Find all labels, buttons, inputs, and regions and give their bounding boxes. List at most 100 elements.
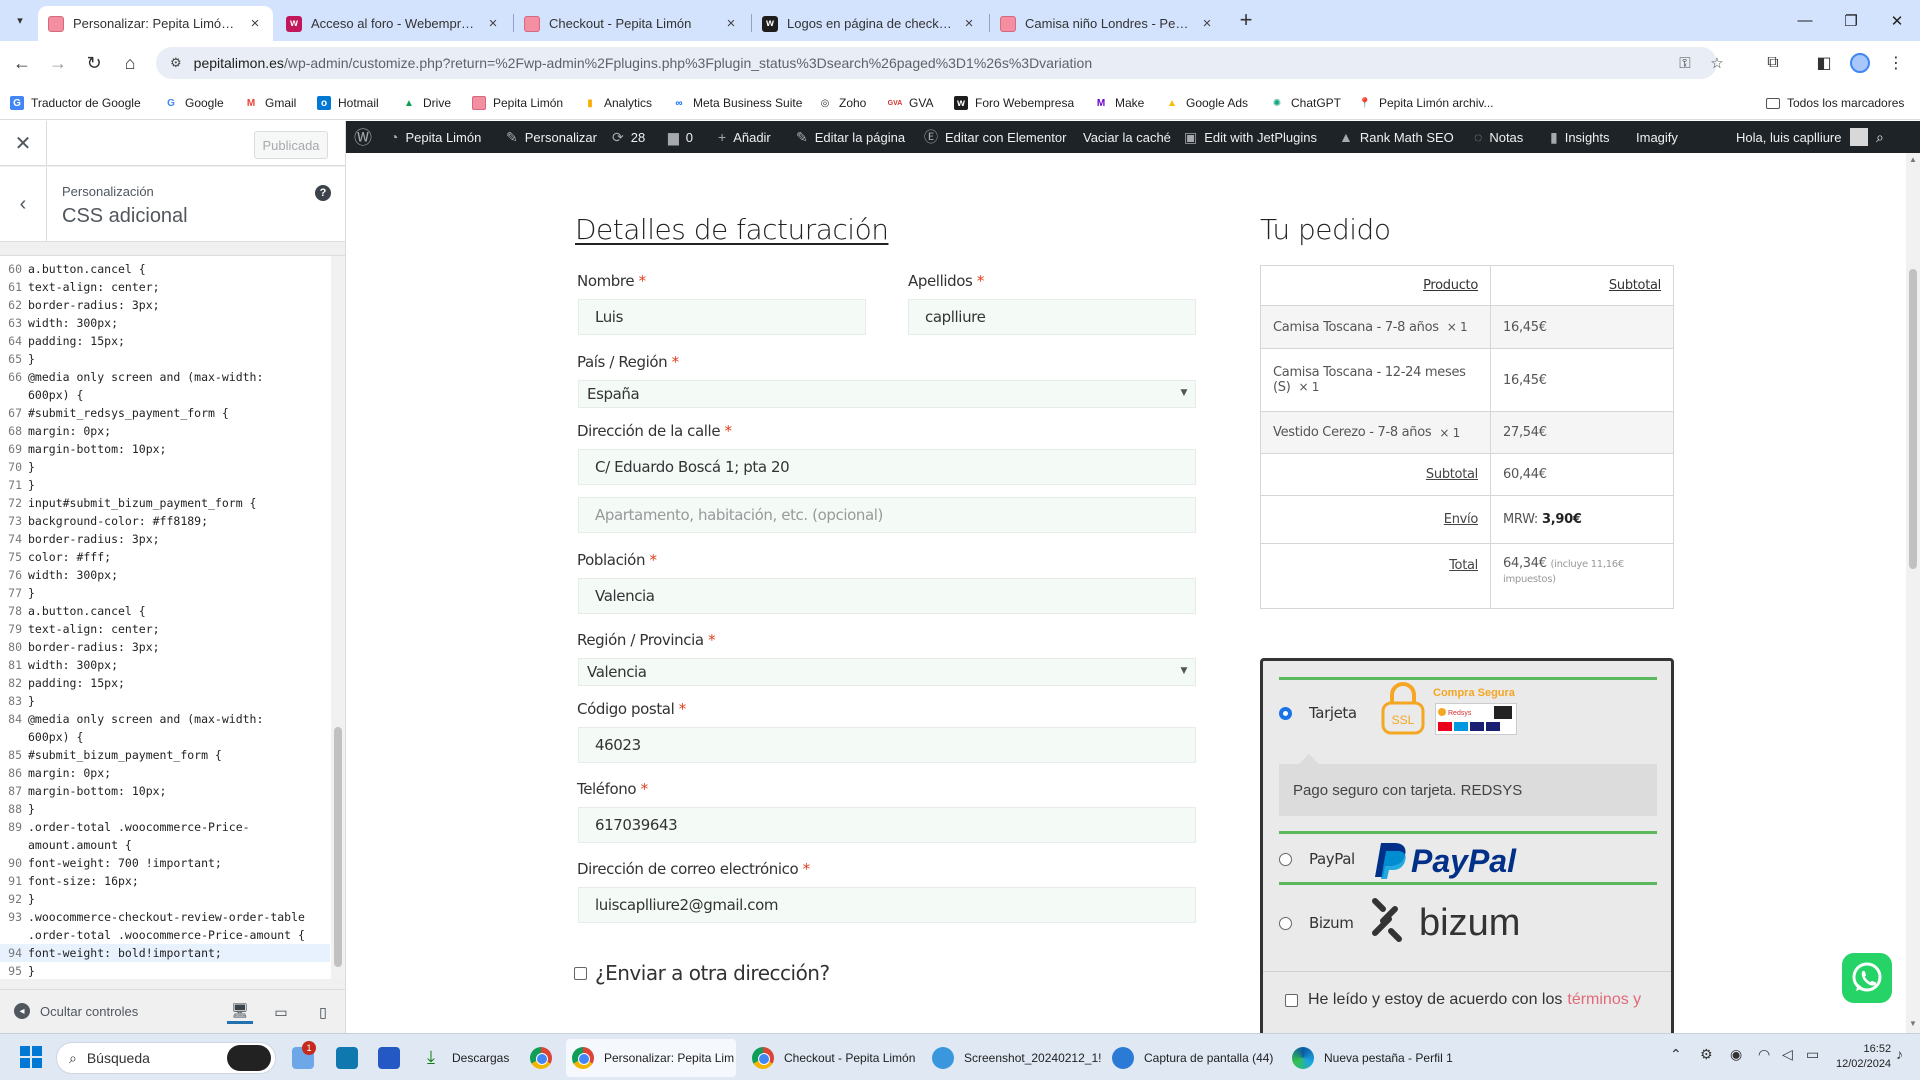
- taskbar-app[interactable]: Screenshot_20240212_1!: [926, 1039, 1107, 1077]
- profile-avatar[interactable]: [1846, 49, 1874, 77]
- home-button[interactable]: ⌂: [116, 49, 144, 77]
- copilot-icon[interactable]: [227, 1045, 271, 1071]
- extensions-icon[interactable]: ⧉: [1759, 49, 1787, 77]
- close-window-button[interactable]: ✕: [1874, 0, 1920, 41]
- hide-controls-button[interactable]: ◂ Ocultar controles: [14, 1003, 138, 1019]
- back-button[interactable]: ←: [8, 49, 36, 77]
- tab-logos-checkout[interactable]: w Logos en página de checkout - ×: [752, 6, 987, 41]
- admin-rankmath[interactable]: ▲ Rank Math SEO: [1339, 121, 1454, 153]
- notifications-bell-icon[interactable]: ♪: [1896, 1046, 1903, 1062]
- bookmark-item[interactable]: G Traductor de Google: [10, 93, 141, 113]
- taskbar-app[interactable]: [524, 1039, 568, 1077]
- admin-customize[interactable]: ✎ Personalizar: [506, 121, 597, 153]
- close-icon[interactable]: ×: [247, 15, 263, 32]
- tablet-preview-icon[interactable]: ▭: [268, 1000, 294, 1024]
- email-field[interactable]: luiscaplliure2@gmail.com: [578, 887, 1196, 923]
- first-name-field[interactable]: Luis: [578, 299, 866, 335]
- store-app[interactable]: [372, 1039, 416, 1077]
- bookmark-item[interactable]: o Hotmail: [317, 93, 379, 113]
- search-icon[interactable]: ⌕: [1876, 121, 1891, 153]
- bookmark-item[interactable]: ∞ Meta Business Suite: [672, 93, 802, 113]
- wordpress-logo-icon[interactable]: Ⓦ: [354, 121, 379, 153]
- bookmark-item[interactable]: ▲ Drive: [402, 93, 451, 113]
- new-tab-button[interactable]: +: [1232, 6, 1260, 34]
- bookmark-item[interactable]: ▲ Google Ads: [1165, 93, 1248, 113]
- site-info-icon[interactable]: ⚙: [170, 55, 182, 71]
- tray-app-icon[interactable]: ◉: [1730, 1046, 1742, 1063]
- bookmark-item[interactable]: 📍 Pepita Limón archiv...: [1358, 93, 1494, 113]
- scrollbar-thumb[interactable]: [1909, 269, 1917, 569]
- taskbar-app[interactable]: ⤓ Descargas: [414, 1039, 515, 1077]
- prime-video-app[interactable]: [330, 1039, 374, 1077]
- country-select[interactable]: España ▼: [578, 380, 1196, 408]
- payment-label-paypal[interactable]: PayPal: [1309, 850, 1355, 868]
- payment-radio-bizum[interactable]: [1279, 917, 1292, 930]
- password-key-icon[interactable]: ⚿: [1671, 47, 1699, 79]
- taskbar-app[interactable]: Personalizar: Pepita Lim: [566, 1039, 736, 1077]
- bookmark-item[interactable]: M Make: [1094, 93, 1145, 113]
- help-icon[interactable]: ?: [315, 185, 331, 201]
- taskbar-app[interactable]: Checkout - Pepita Limón: [746, 1039, 921, 1077]
- chrome-menu-icon[interactable]: ⋮: [1882, 49, 1910, 77]
- windows-start-button[interactable]: [20, 1046, 42, 1068]
- admin-insights[interactable]: ▮ Insights: [1550, 121, 1610, 153]
- address-bar[interactable]: ⚙ pepitalimon.es/wp-admin/customize.php?…: [156, 47, 1724, 79]
- admin-account[interactable]: Hola, luis caplliure: [1736, 121, 1868, 153]
- close-icon[interactable]: ×: [723, 15, 739, 32]
- desktop-preview-icon[interactable]: 🖥: [227, 1000, 253, 1024]
- tray-app-icon[interactable]: ⚙: [1700, 1046, 1713, 1063]
- scroll-up-icon[interactable]: ▲: [1908, 155, 1918, 165]
- all-bookmarks[interactable]: Todos los marcadores: [1766, 93, 1904, 113]
- bookmark-item[interactable]: ◎ Zoho: [818, 93, 867, 113]
- bookmark-item[interactable]: Pepita Limón: [472, 93, 563, 113]
- admin-notes[interactable]: ◌ Notas: [1474, 121, 1523, 153]
- restore-button[interactable]: ❐: [1828, 0, 1874, 41]
- terms-link[interactable]: términos y: [1567, 991, 1641, 1009]
- ship-to-different-address[interactable]: ¿Enviar a otra dirección?: [574, 961, 830, 985]
- battery-icon[interactable]: ▭: [1806, 1046, 1819, 1063]
- admin-updates[interactable]: ⟳ 28: [612, 121, 645, 153]
- bookmark-item[interactable]: M Gmail: [244, 93, 297, 113]
- volume-icon[interactable]: ◁: [1782, 1046, 1793, 1063]
- city-field[interactable]: Valencia: [578, 578, 1196, 614]
- tab-search-button[interactable]: ▾: [8, 8, 32, 32]
- bookmark-item[interactable]: ✺ ChatGPT: [1270, 93, 1341, 113]
- admin-site-name[interactable]: ◔ Pepita Limón: [390, 121, 481, 153]
- tab-camisa-londres[interactable]: Camisa niño Londres - Pepita L ×: [990, 6, 1225, 41]
- wifi-icon[interactable]: ◠: [1758, 1046, 1770, 1063]
- close-icon[interactable]: ×: [961, 15, 977, 32]
- back-arrow-icon[interactable]: ‹: [0, 167, 47, 242]
- editor-scrollbar[interactable]: [331, 256, 345, 979]
- state-select[interactable]: Valencia ▼: [578, 658, 1196, 686]
- page-scrollbar[interactable]: ▲ ▼: [1906, 153, 1920, 1033]
- tab-personalizar[interactable]: Personalizar: Pepita Limón – Bra ×: [38, 6, 273, 41]
- taskbar-search[interactable]: ⌕ Búsqueda: [56, 1042, 276, 1074]
- close-icon[interactable]: ×: [1199, 15, 1215, 32]
- payment-radio-card[interactable]: [1279, 707, 1292, 720]
- bookmark-item[interactable]: w Foro Webempresa: [954, 93, 1074, 113]
- admin-comments[interactable]: ▆ 0: [668, 121, 693, 153]
- phone-field[interactable]: 617039643: [578, 807, 1196, 843]
- forward-button[interactable]: →: [44, 49, 72, 77]
- tab-checkout[interactable]: Checkout - Pepita Limón ×: [514, 6, 749, 41]
- postcode-field[interactable]: 46023: [578, 727, 1196, 763]
- payment-label-card[interactable]: Tarjeta: [1309, 704, 1357, 722]
- mobile-preview-icon[interactable]: ▯: [310, 1000, 336, 1024]
- bookmark-star-icon[interactable]: ☆: [1703, 47, 1731, 79]
- terms-acceptance[interactable]: He leído y estoy de acuerdo con los térm…: [1285, 991, 1641, 1009]
- admin-clear-cache[interactable]: Vaciar la caché: [1083, 121, 1171, 153]
- publish-button[interactable]: Publicada: [254, 131, 328, 159]
- address-line-1-field[interactable]: C/ Eduardo Boscá 1; pta 20: [578, 449, 1196, 485]
- admin-elementor[interactable]: Ⓔ Editar con Elementor: [924, 121, 1066, 153]
- reload-button[interactable]: ↻: [80, 49, 108, 77]
- side-panel-icon[interactable]: ◧: [1810, 49, 1838, 77]
- last-name-field[interactable]: caplliure: [908, 299, 1196, 335]
- taskbar-clock[interactable]: 16:52 12/02/2024: [1836, 1042, 1891, 1072]
- ship-different-checkbox[interactable]: [574, 966, 587, 980]
- terms-checkbox[interactable]: [1285, 993, 1298, 1007]
- tab-foro-webempresa[interactable]: w Acceso al foro - Webempresa E ×: [276, 6, 511, 41]
- address-line-2-field[interactable]: Apartamento, habitación, etc. (opcional): [578, 497, 1196, 533]
- admin-add-new[interactable]: + Añadir: [718, 121, 771, 153]
- css-code-editor[interactable]: 60 a.button.cancel {61 text-align: center;…: [0, 255, 345, 979]
- admin-edit-page[interactable]: ✎ Editar la página: [796, 121, 905, 153]
